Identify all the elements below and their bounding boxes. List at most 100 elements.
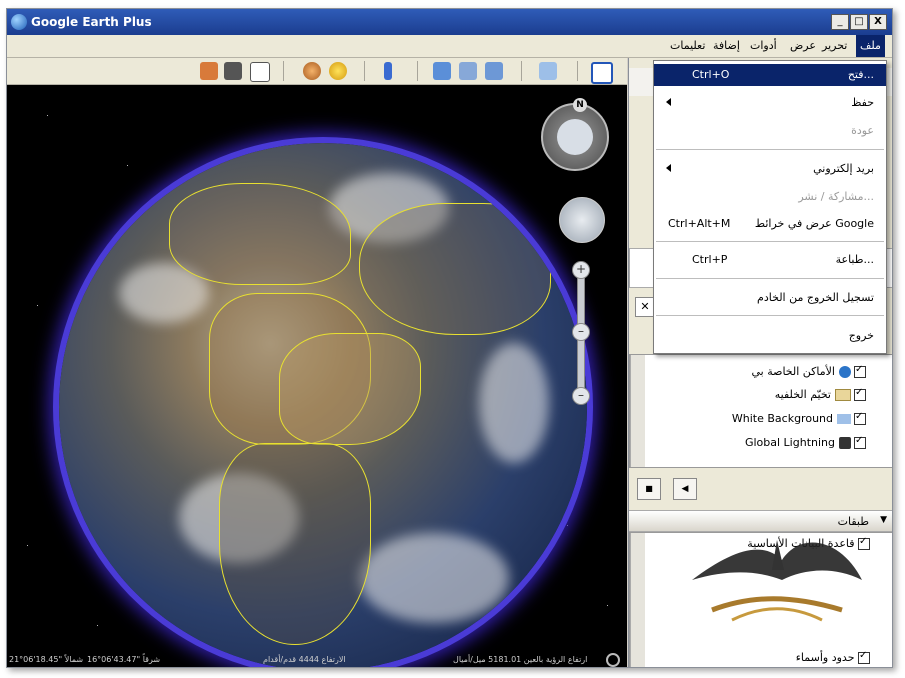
menu-item-label: حفظ	[851, 96, 874, 109]
file-menu-exit[interactable]: خروج	[654, 325, 886, 347]
shortcut-label: Ctrl+Alt+M	[668, 217, 731, 230]
menu-edit[interactable]: تحرير	[822, 39, 847, 52]
toolbar-separator	[364, 61, 365, 81]
menu-add[interactable]: إضافة	[713, 39, 740, 52]
menu-separator	[656, 315, 884, 316]
layers-item-borders[interactable]: حدود وأسماء	[795, 650, 870, 667]
minimize-button[interactable]: _	[831, 14, 849, 30]
lightning-icon	[838, 437, 851, 449]
add-placemark-icon[interactable]	[539, 62, 557, 80]
file-dropdown-menu: Ctrl+O فتح... حفظ عودة بريد إلكتروني مشا…	[653, 60, 887, 354]
menu-view[interactable]: عرض	[790, 39, 816, 52]
menu-item-label: بريد إلكتروني	[813, 162, 874, 175]
google-maps-icon[interactable]	[200, 62, 218, 80]
places-item-global-lightning[interactable]: Global Lightning	[745, 435, 866, 454]
places-item-white-background[interactable]: White Background	[731, 411, 866, 430]
maximize-button[interactable]: □	[850, 14, 868, 30]
shortcut-label: Ctrl+P	[692, 253, 728, 266]
ruler-icon[interactable]	[384, 62, 392, 80]
file-menu-open[interactable]: Ctrl+O فتح...	[654, 64, 886, 86]
menu-separator	[656, 241, 884, 242]
layer-icon	[836, 414, 851, 424]
planets-icon[interactable]	[303, 62, 321, 80]
title-bar: Google Earth Plus _ □ X	[7, 9, 892, 35]
collapse-icon[interactable]: ▼	[880, 515, 887, 525]
3d-viewer[interactable]: N + – – 21°06'18.45" شمالاً 16°06'43.47"…	[7, 85, 627, 667]
zoom-in-button[interactable]: +	[572, 261, 590, 279]
eye-icon[interactable]	[557, 119, 593, 155]
places-checkbox[interactable]	[854, 364, 866, 378]
file-menu-view-in-maps[interactable]: Ctrl+Alt+M عرض في خرائط Google	[654, 213, 886, 235]
layers-scrollbar[interactable]	[630, 533, 645, 667]
places-checkbox[interactable]	[854, 387, 866, 401]
north-indicator[interactable]: N	[573, 98, 587, 112]
add-polygon-icon[interactable]	[485, 62, 503, 80]
menu-item-label: طباعة...	[835, 253, 874, 266]
arabia-outline	[279, 333, 421, 445]
places-item-my-places[interactable]: الأماكن الخاصة بي	[751, 364, 866, 383]
window-title: Google Earth Plus	[31, 15, 152, 29]
streaming-icon	[606, 653, 620, 667]
file-menu-share: مشاركة / نشر...	[654, 186, 886, 208]
menu-item-label: فتح...	[847, 68, 874, 81]
menu-file[interactable]: ملف	[856, 35, 885, 57]
eagle-logo-icon	[692, 540, 862, 622]
status-elevation: الارتفاع 4444 قدم/أقدام	[263, 655, 346, 664]
sidebar-toggle-icon[interactable]	[591, 62, 613, 84]
asia-outline	[359, 203, 551, 335]
look-compass[interactable]	[541, 103, 609, 171]
sun-icon[interactable]	[329, 62, 347, 80]
toolbar-separator	[521, 61, 522, 81]
status-lat: 21°06'18.45" شمالاً	[9, 655, 84, 664]
menu-item-label: تسجيل الخروج من الخادم	[757, 291, 874, 304]
submenu-arrow-icon	[666, 164, 671, 172]
status-bar: 21°06'18.45" شمالاً 16°06'43.47" شرقاً ا…	[7, 653, 627, 667]
globe-icon	[838, 366, 851, 378]
menu-item-label: عرض في خرائط Google	[754, 217, 874, 230]
toolbar-separator	[417, 61, 418, 81]
menu-tools[interactable]: أدوات	[750, 39, 777, 52]
submenu-arrow-icon	[666, 98, 671, 106]
places-checkbox[interactable]	[854, 435, 866, 449]
play-back-button[interactable]: ◀	[673, 478, 697, 500]
status-lon: 16°06'43.47" شرقاً	[87, 655, 161, 664]
close-icon[interactable]: ✕	[635, 297, 655, 317]
places-item-background[interactable]: تخيّم الخلفيه	[774, 387, 866, 406]
zoom-out-button[interactable]: –	[572, 387, 590, 405]
google-earth-icon	[11, 14, 27, 30]
menu-separator	[656, 149, 884, 150]
zoom-thumb[interactable]: –	[572, 323, 590, 341]
places-scrollbar[interactable]	[630, 355, 645, 467]
toolbar-separator	[283, 61, 284, 81]
europe-outline	[169, 183, 351, 285]
places-item-label: تخيّم الخلفيه	[774, 388, 831, 401]
add-image-overlay-icon[interactable]	[433, 62, 451, 80]
file-menu-revert: عودة	[654, 120, 886, 142]
add-path-icon[interactable]	[459, 62, 477, 80]
layers-checkbox[interactable]	[858, 650, 870, 664]
print-icon[interactable]	[224, 62, 242, 80]
menu-item-label: عودة	[851, 124, 874, 137]
menu-item-label: مشاركة / نشر...	[798, 190, 874, 203]
toolbar	[7, 58, 627, 85]
stop-button[interactable]: ■	[637, 478, 661, 500]
email-icon[interactable]	[250, 62, 270, 82]
move-hand-control[interactable]	[559, 197, 605, 243]
file-menu-print[interactable]: Ctrl+P طباعة...	[654, 249, 886, 271]
places-item-label: White Background	[731, 412, 833, 425]
toolbar-separator	[577, 61, 578, 81]
shortcut-label: Ctrl+O	[692, 68, 730, 81]
southern-africa-outline	[219, 443, 371, 645]
earth-globe[interactable]	[59, 143, 587, 667]
layers-item-label: حدود وأسماء	[795, 651, 855, 664]
places-checkbox[interactable]	[854, 411, 866, 425]
status-eye-alt: ارتفاع الرؤية بالعين 5181.01 ميل/أميال	[453, 655, 588, 664]
menu-separator	[656, 278, 884, 279]
file-menu-server-logout[interactable]: تسجيل الخروج من الخادم	[654, 287, 886, 309]
tour-controls: ■ ◀	[629, 478, 892, 500]
file-menu-save[interactable]: حفظ	[654, 92, 886, 114]
places-item-label: الأماكن الخاصة بي	[751, 365, 835, 378]
close-button[interactable]: X	[869, 14, 887, 30]
file-menu-email[interactable]: بريد إلكتروني	[654, 158, 886, 180]
menu-help[interactable]: تعليمات	[670, 39, 705, 52]
